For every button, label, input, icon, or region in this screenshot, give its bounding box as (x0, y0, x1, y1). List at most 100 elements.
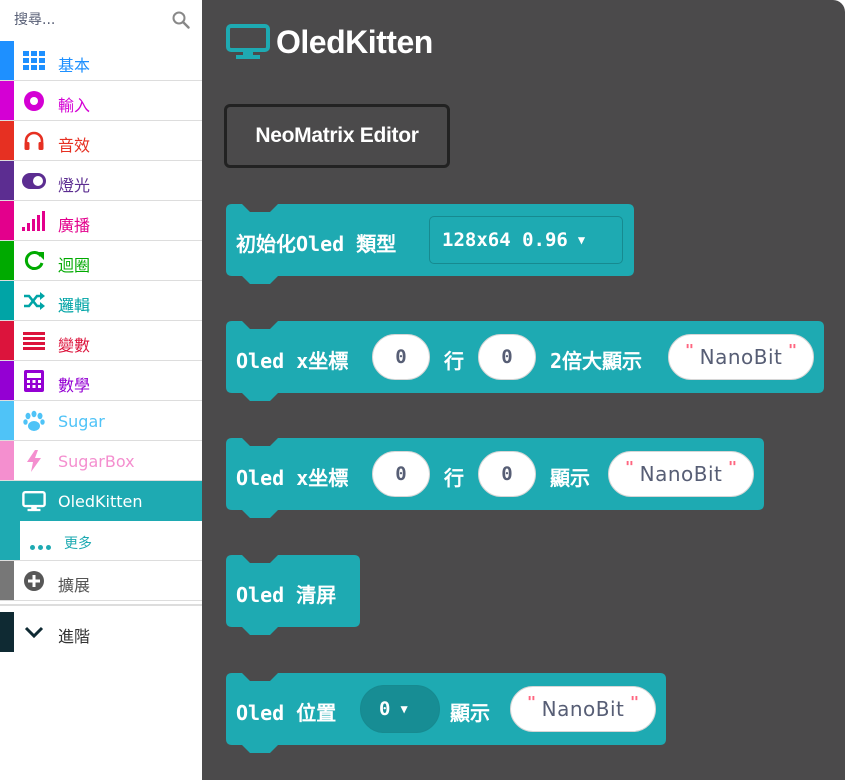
headphones-icon (22, 130, 46, 152)
category-label: 進階 (58, 627, 91, 646)
category-label: OledKitten (58, 492, 143, 511)
position-dropdown[interactable]: 0 ▼ (360, 685, 440, 733)
dropdown-value: 128x64 0.96 (442, 229, 568, 251)
monitor-icon (226, 24, 270, 59)
category-music[interactable]: 音效 (0, 121, 202, 161)
block-label: 顯示 (450, 701, 490, 725)
category-color-stripe (0, 41, 14, 80)
category-color-stripe (0, 401, 14, 440)
toolbox: 基本 輸入 音效 燈光 (0, 0, 202, 780)
category-label: 廣播 (58, 216, 91, 235)
close-quote: " (727, 458, 737, 476)
paw-icon (22, 410, 46, 432)
category-more[interactable]: 更多 (0, 521, 202, 561)
category-label: 變數 (58, 336, 91, 355)
category-label: 擴展 (58, 576, 91, 595)
monitor-icon (22, 490, 46, 512)
string-value: NanoBit (699, 345, 783, 369)
category-math[interactable]: 數學 (0, 361, 202, 401)
category-logic[interactable]: 邏輯 (0, 281, 202, 321)
flyout-header: OledKitten (226, 22, 433, 62)
dropdown-value: 0 (379, 698, 391, 720)
dropdown-arrow-icon: ▼ (577, 233, 586, 247)
oled-type-dropdown[interactable]: 128x64 0.96 ▼ (429, 216, 623, 264)
category-extensions[interactable]: 擴展 (0, 561, 202, 601)
category-label: 更多 (64, 536, 92, 552)
toolbox-separator (0, 604, 202, 606)
open-quote: " (527, 693, 537, 711)
block-show-string-2x[interactable]: Oled x坐標 0 行 0 2倍大顯示 " NanoBit " (224, 321, 828, 405)
category-label: 燈光 (58, 176, 91, 195)
circle-dot-icon (22, 90, 46, 112)
category-input[interactable]: 輸入 (0, 81, 202, 121)
category-color-stripe (0, 441, 14, 480)
category-label: SugarBox (58, 452, 135, 471)
block-label: 2倍大顯示 (550, 349, 643, 373)
x-input[interactable]: 0 (372, 334, 430, 380)
x-value: 0 (395, 346, 407, 368)
category-color-stripe (0, 201, 14, 240)
category-label: 輸入 (58, 96, 91, 115)
block-clear-screen[interactable]: Oled 清屏 (224, 555, 364, 639)
category-color-stripe (0, 241, 14, 280)
category-sugar[interactable]: Sugar (0, 401, 202, 441)
category-color-stripe (0, 121, 14, 160)
search-icon[interactable] (172, 11, 190, 29)
category-label: 邏輯 (58, 296, 91, 315)
category-advanced[interactable]: 進階 (0, 612, 202, 652)
plus-circle-icon (22, 570, 46, 592)
search-input[interactable] (8, 6, 170, 34)
string-input[interactable]: " NanoBit " (510, 686, 656, 732)
close-quote: " (629, 693, 639, 711)
dropdown-arrow-icon: ▼ (400, 702, 408, 716)
shuffle-icon (22, 290, 46, 312)
x-value: 0 (395, 463, 407, 485)
search-bar (0, 0, 202, 40)
grid-icon (22, 50, 46, 72)
string-input[interactable]: " NanoBit " (608, 451, 754, 497)
block-label: 初始化Oled 類型 (236, 232, 397, 256)
x-input[interactable]: 0 (372, 451, 430, 497)
y-input[interactable]: 0 (478, 451, 536, 497)
block-label: 行 (444, 466, 464, 490)
category-label: 音效 (58, 136, 91, 155)
block-label: Oled 清屏 (236, 583, 337, 607)
string-value: NanoBit (541, 697, 625, 721)
block-label: 顯示 (550, 466, 590, 490)
category-sugarbox[interactable]: SugarBox (0, 441, 202, 481)
category-loops[interactable]: 迴圈 (0, 241, 202, 281)
category-variables[interactable]: 變數 (0, 321, 202, 361)
open-quote: " (685, 341, 695, 359)
category-radio[interactable]: 廣播 (0, 201, 202, 241)
block-show-string[interactable]: Oled x坐標 0 行 0 顯示 " NanoBit " (224, 438, 768, 522)
list-lines-icon (22, 330, 46, 352)
block-show-at-position[interactable]: Oled 位置 0 ▼ 顯示 " NanoBit " (224, 673, 670, 757)
refresh-icon (22, 250, 46, 272)
category-oledkitten[interactable]: OledKitten (0, 481, 202, 521)
category-basic[interactable]: 基本 (0, 41, 202, 81)
neomatrix-editor-button[interactable]: NeoMatrix Editor (224, 104, 450, 168)
category-color-stripe (0, 281, 14, 320)
string-input[interactable]: " NanoBit " (668, 334, 814, 380)
open-quote: " (625, 458, 635, 476)
block-init-oled[interactable]: 初始化Oled 類型 128x64 0.96 ▼ (224, 204, 638, 288)
y-input[interactable]: 0 (478, 334, 536, 380)
blocks-flyout: OledKitten NeoMatrix Editor 初始化Oled 類型 1… (202, 0, 845, 780)
flyout-title: OledKitten (276, 23, 433, 60)
category-color-stripe (0, 81, 14, 120)
more-dots-icon (30, 537, 54, 555)
lightning-icon (22, 450, 46, 472)
calculator-icon (22, 370, 46, 392)
block-label: Oled 位置 (236, 701, 337, 725)
y-value: 0 (501, 346, 513, 368)
category-led[interactable]: 燈光 (0, 161, 202, 201)
category-color-stripe (0, 521, 20, 560)
string-value: NanoBit (639, 462, 723, 486)
block-label: Oled x坐標 (236, 466, 349, 490)
close-quote: " (787, 341, 797, 359)
block-label: 行 (444, 349, 464, 373)
category-label: 基本 (58, 56, 91, 75)
category-color-stripe (0, 561, 14, 600)
category-color-stripe (0, 161, 14, 200)
category-label: Sugar (58, 412, 105, 431)
